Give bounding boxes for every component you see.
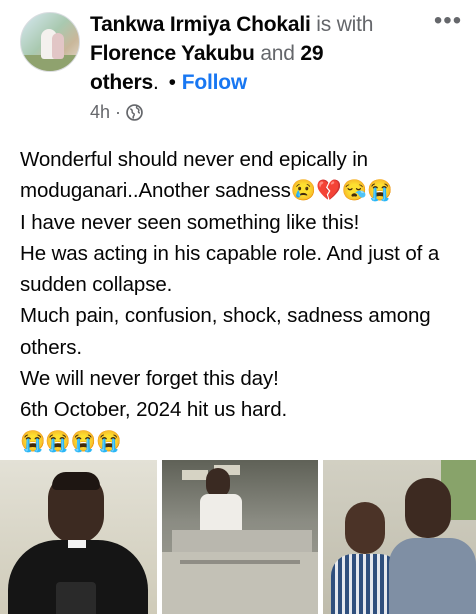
photo-man-clerical-collar[interactable] [0,460,157,614]
follow-button[interactable]: Follow [182,71,247,94]
photo-collar [68,540,86,548]
photo-head [345,502,385,554]
photo-microphone [56,582,96,614]
photo-rail-bar [180,560,300,564]
photo-head [405,478,451,538]
post-time[interactable]: 4h [90,102,110,123]
author-line: Tankwa Irmiya Chokali is with Florence Y… [90,10,425,97]
others-label: others [90,71,153,94]
post-header: Tankwa Irmiya Chokali is with Florence Y… [0,0,476,135]
photo-grid [0,460,476,614]
tagged-name[interactable]: Florence Yakubu [90,42,255,65]
and-text: and [254,42,301,65]
photo-hair [52,472,100,490]
photo-man-at-lectern[interactable] [162,460,318,614]
with-text: is with [310,13,374,36]
avatar-figure [52,33,64,59]
author-name[interactable]: Tankwa Irmiya Chokali [90,13,311,36]
post-meta: 4h · [90,102,143,123]
others-count: 29 [300,42,324,65]
post-body-text: Wonderful should never end epically in m… [20,148,440,453]
more-options-icon[interactable]: ••• [428,8,468,38]
meta-separator: · [115,102,122,122]
separator-dot: • [168,71,176,94]
period: . [152,71,159,94]
photo-window [182,470,208,480]
photo-two-men[interactable] [323,460,476,614]
photo-shirt [389,538,476,614]
photo-railing [172,530,312,552]
avatar[interactable] [20,12,80,72]
globe-icon[interactable] [126,104,143,121]
